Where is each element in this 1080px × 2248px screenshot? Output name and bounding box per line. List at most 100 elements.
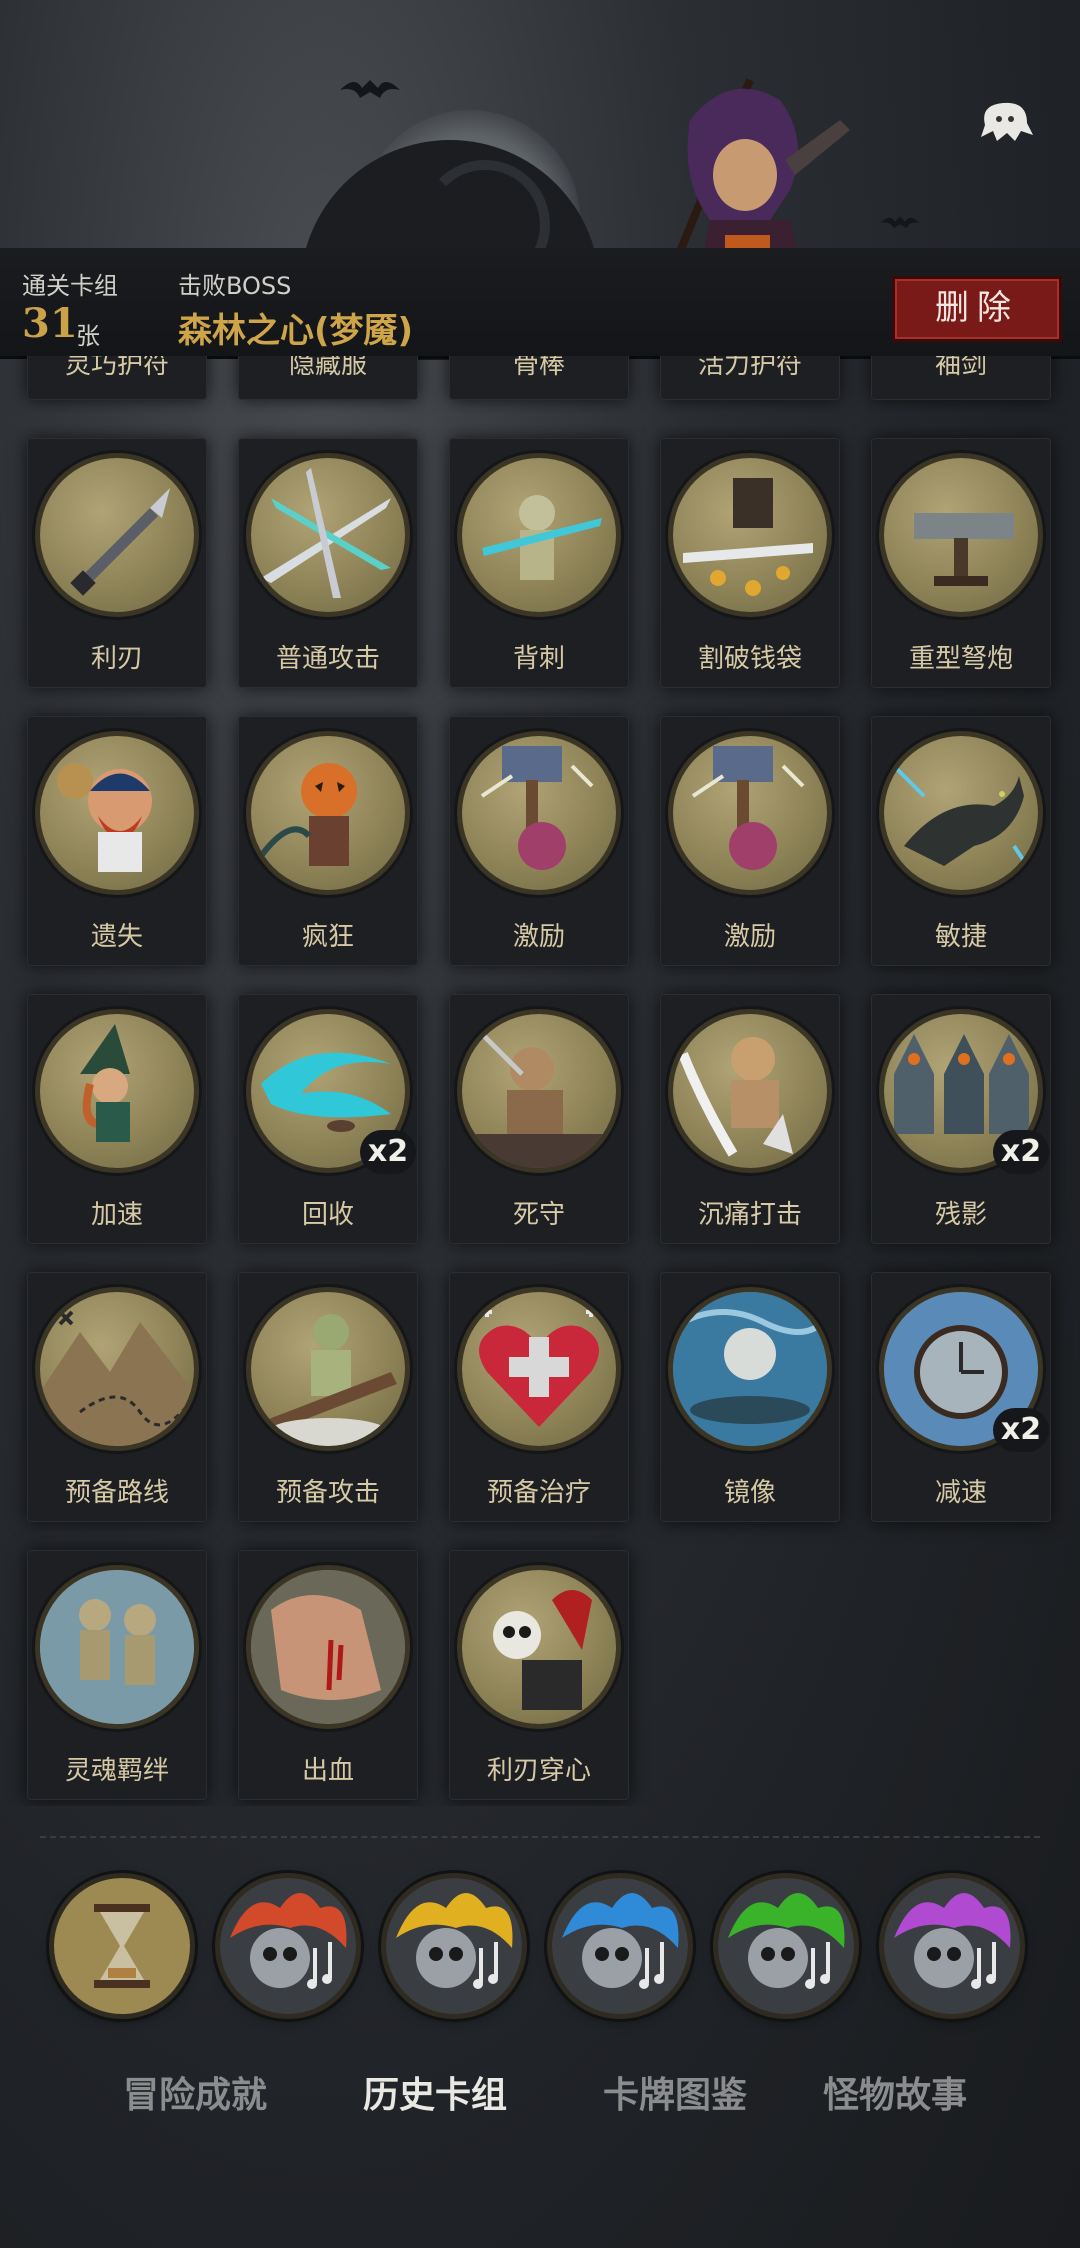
card-art bbox=[462, 458, 616, 612]
card-name: 回收 bbox=[301, 1200, 354, 1230]
ghost-icon[interactable] bbox=[975, 95, 1035, 145]
card-name: 残影 bbox=[934, 1200, 987, 1230]
ballista-icon bbox=[914, 513, 1014, 586]
cleared-card-count: 31 bbox=[22, 300, 78, 347]
skull-icon bbox=[493, 1590, 592, 1710]
card-tile[interactable]: 预备治疗 bbox=[449, 1272, 629, 1522]
card-art bbox=[884, 458, 1038, 612]
card-art bbox=[40, 1570, 194, 1724]
card-art bbox=[40, 458, 194, 612]
card-name: 隐藏服 bbox=[288, 356, 367, 380]
card-tile[interactable]: 灵魂羁绊 bbox=[27, 1550, 207, 1800]
tab-0[interactable]: 冒险成就 bbox=[100, 2068, 290, 2124]
hammer-icon bbox=[480, 746, 594, 870]
card-name: 割破钱袋 bbox=[697, 644, 802, 674]
card-tile[interactable]: 普通攻击 bbox=[238, 438, 418, 688]
card-name: 骨棒 bbox=[512, 356, 565, 380]
tab-1[interactable]: 历史卡组 bbox=[340, 2068, 530, 2124]
cleared-deck-label: 通关卡组 bbox=[22, 272, 118, 300]
moon-icon bbox=[673, 1292, 827, 1446]
card-art bbox=[462, 1014, 616, 1168]
card-tile[interactable]: 死守 bbox=[449, 994, 629, 1244]
souls-icon bbox=[40, 1570, 194, 1724]
card-name: 遗失 bbox=[90, 922, 143, 952]
card-tile[interactable]: 利刃 bbox=[27, 438, 207, 688]
skull-music-icon bbox=[884, 1878, 1020, 2014]
card-name: 死守 bbox=[512, 1200, 565, 1230]
card-tile[interactable]: x2 减速 bbox=[871, 1272, 1051, 1522]
card-count-badge: x2 bbox=[360, 1130, 416, 1174]
card-name: 灵魂羁绊 bbox=[64, 1756, 169, 1786]
card-tile[interactable]: x2 残影 bbox=[871, 994, 1051, 1244]
card-count-badge: x2 bbox=[993, 1130, 1049, 1174]
card-name: 普通攻击 bbox=[275, 644, 380, 674]
skull-music-icon bbox=[718, 1878, 854, 2014]
tab-2[interactable]: 卡牌图鉴 bbox=[580, 2068, 770, 2124]
card-tile[interactable]: 袖剑 bbox=[871, 356, 1051, 400]
card-tile[interactable]: 敏捷 bbox=[871, 716, 1051, 966]
card-tile[interactable]: 出血 bbox=[238, 1550, 418, 1800]
card-art bbox=[462, 1292, 616, 1446]
card-tile[interactable]: 激励 bbox=[449, 716, 629, 966]
heart-icon bbox=[479, 1307, 599, 1427]
card-name: 激励 bbox=[512, 922, 565, 952]
bat-icon bbox=[880, 216, 920, 229]
card-tile[interactable]: 沉痛打击 bbox=[660, 994, 840, 1244]
relic-slot[interactable] bbox=[552, 1878, 688, 2014]
card-tile[interactable]: 预备攻击 bbox=[238, 1272, 418, 1522]
card-tile[interactable]: 镜像 bbox=[660, 1272, 840, 1522]
relic-slot[interactable] bbox=[220, 1878, 356, 2014]
card-name: 利刃穿心 bbox=[486, 1756, 591, 1786]
coin-slash-icon bbox=[683, 478, 813, 596]
relic-slot[interactable] bbox=[386, 1878, 522, 2014]
card-unit-label: 张 bbox=[76, 322, 100, 350]
map-icon bbox=[40, 1310, 194, 1446]
card-name: 重型弩炮 bbox=[908, 644, 1013, 674]
bat-icon bbox=[340, 80, 400, 98]
card-name: 袖剑 bbox=[934, 356, 987, 380]
card-tile[interactable]: 隐藏服 bbox=[238, 356, 418, 400]
relic-slot[interactable] bbox=[718, 1878, 854, 2014]
card-tile[interactable]: 重型弩炮 bbox=[871, 438, 1051, 688]
delete-button[interactable]: 删除 bbox=[892, 276, 1062, 342]
card-tile[interactable]: 激励 bbox=[660, 716, 840, 966]
card-art bbox=[251, 1292, 405, 1446]
card-tile[interactable]: 疯狂 bbox=[238, 716, 418, 966]
card-tile[interactable]: 利刃穿心 bbox=[449, 1550, 629, 1800]
relic-slot[interactable] bbox=[884, 1878, 1020, 2014]
card-name: 背刺 bbox=[512, 644, 565, 674]
card-tile[interactable]: 预备路线 bbox=[27, 1272, 207, 1522]
blood-icon bbox=[251, 1570, 405, 1724]
card-name: 镜像 bbox=[723, 1478, 776, 1508]
card-tile[interactable]: 背刺 bbox=[449, 438, 629, 688]
relic-slot[interactable] bbox=[54, 1878, 190, 2014]
boss-name: 森林之心(梦魇) bbox=[178, 311, 414, 351]
card-tile[interactable]: 灵巧护符 bbox=[27, 356, 207, 400]
backstab-icon bbox=[482, 495, 602, 580]
card-name: 预备治疗 bbox=[486, 1478, 591, 1508]
card-tile[interactable]: 割破钱袋 bbox=[660, 438, 840, 688]
tab-3[interactable]: 怪物故事 bbox=[800, 2068, 990, 2124]
card-tile[interactable]: 骨棒 bbox=[449, 356, 629, 400]
card-name: 敏捷 bbox=[934, 922, 987, 952]
card-tile[interactable]: 遗失 bbox=[27, 716, 207, 966]
card-tile[interactable]: 加速 bbox=[27, 994, 207, 1244]
card-name: 激励 bbox=[723, 922, 776, 952]
card-tile[interactable]: 活力护符 bbox=[660, 356, 840, 400]
card-art bbox=[673, 1014, 827, 1168]
card-name: 出血 bbox=[301, 1756, 354, 1786]
card-art bbox=[673, 736, 827, 890]
card-name: 灵巧护符 bbox=[64, 356, 169, 380]
card-name: 加速 bbox=[90, 1200, 143, 1230]
card-art bbox=[884, 736, 1038, 890]
card-art bbox=[462, 736, 616, 890]
warrior-icon bbox=[462, 1032, 616, 1168]
card-art bbox=[40, 736, 194, 890]
skull-music-icon bbox=[386, 1878, 522, 2014]
card-count-badge: x2 bbox=[993, 1408, 1049, 1452]
card-tile[interactable]: x2 回收 bbox=[238, 994, 418, 1244]
card-art bbox=[40, 1014, 194, 1168]
card-name: 活力护符 bbox=[697, 356, 802, 380]
dagger-icon bbox=[70, 488, 170, 596]
card-art bbox=[673, 458, 827, 612]
